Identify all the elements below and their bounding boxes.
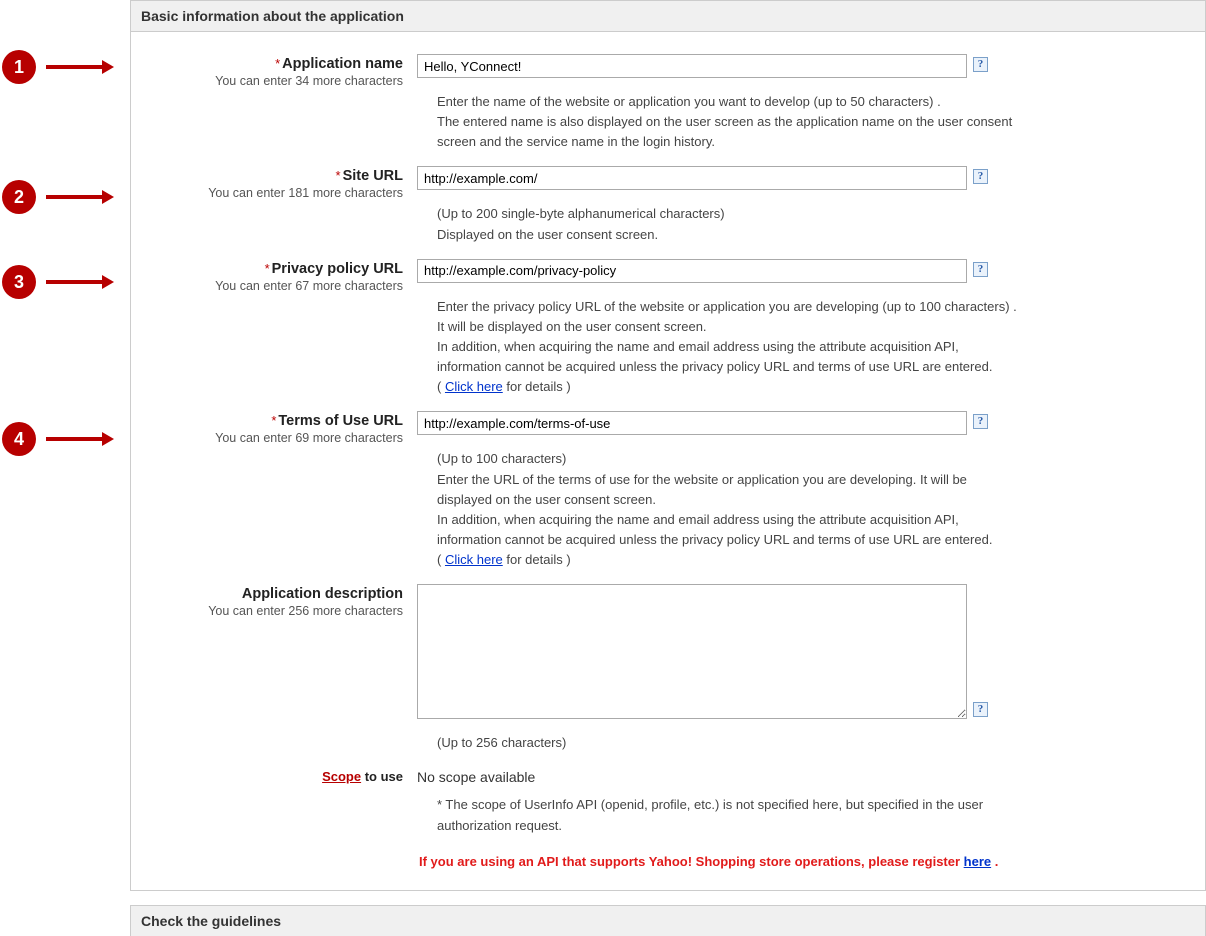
form-container: 1 2 3 4 Basic information about the appl…: [130, 0, 1206, 936]
textarea-app-description[interactable]: [417, 584, 967, 719]
callout-badge-2: 2: [2, 180, 36, 214]
link-privacy-details[interactable]: Click here: [445, 379, 503, 394]
help-icon[interactable]: ?: [973, 702, 988, 717]
link-scope[interactable]: Scope: [322, 769, 361, 784]
desc-site-url: (Up to 200 single-byte alphanumerical ch…: [437, 204, 1017, 244]
arrow-right-icon: [36, 187, 122, 207]
row-app-description: Application description You can enter 25…: [131, 570, 1205, 753]
desc-privacy-url: Enter the privacy policy URL of the webs…: [437, 297, 1017, 398]
input-terms-url[interactable]: [417, 411, 967, 435]
text-scope-warning: If you are using an API that supports Ya…: [419, 850, 1019, 875]
callout-4: 4: [2, 422, 122, 456]
input-application-name[interactable]: [417, 54, 967, 78]
link-terms-details[interactable]: Click here: [445, 552, 503, 567]
input-site-url[interactable]: [417, 166, 967, 190]
link-register-here[interactable]: here: [964, 854, 991, 869]
text-scope-note: * The scope of UserInfo API (openid, pro…: [437, 795, 1017, 835]
help-icon[interactable]: ?: [973, 57, 988, 72]
text-no-scope: No scope available: [417, 769, 1179, 785]
required-marker: *: [271, 413, 276, 428]
row-scope: Scope to use No scope available * The sc…: [131, 753, 1205, 874]
help-icon[interactable]: ?: [973, 169, 988, 184]
callout-badge-1: 1: [2, 50, 36, 84]
row-privacy-url: *Privacy policy URL You can enter 67 mor…: [131, 245, 1205, 398]
input-privacy-url[interactable]: [417, 259, 967, 283]
label-site-url: Site URL: [343, 168, 403, 184]
callout-badge-3: 3: [2, 265, 36, 299]
label-scope-rest: to use: [361, 769, 403, 784]
panel-guidelines: Check the guidelines: [130, 905, 1206, 936]
arrow-right-icon: [36, 272, 122, 292]
charcount-site-url: You can enter 181 more characters: [157, 186, 403, 200]
callout-badge-4: 4: [2, 422, 36, 456]
desc-application-name: Enter the name of the website or applica…: [437, 92, 1017, 152]
label-privacy-url: Privacy policy URL: [272, 261, 403, 277]
desc-terms-url: (Up to 100 characters) Enter the URL of …: [437, 449, 1017, 570]
required-marker: *: [336, 168, 341, 183]
required-marker: *: [265, 261, 270, 276]
charcount-privacy-url: You can enter 67 more characters: [157, 279, 403, 293]
callout-3: 3: [2, 265, 122, 299]
row-site-url: *Site URL You can enter 181 more charact…: [131, 152, 1205, 244]
callout-1: 1: [2, 50, 122, 84]
row-application-name: *Application name You can enter 34 more …: [131, 40, 1205, 152]
required-marker: *: [275, 56, 280, 71]
charcount-application-name: You can enter 34 more characters: [157, 74, 403, 88]
panel-basic-info: Basic information about the application …: [130, 0, 1206, 891]
charcount-app-description: You can enter 256 more characters: [157, 604, 403, 618]
row-terms-url: *Terms of Use URL You can enter 69 more …: [131, 397, 1205, 570]
help-icon[interactable]: ?: [973, 262, 988, 277]
arrow-right-icon: [36, 57, 122, 77]
panel-basic-info-header: Basic information about the application: [131, 1, 1205, 32]
label-app-description: Application description: [242, 586, 403, 602]
label-application-name: Application name: [282, 56, 403, 72]
label-terms-url: Terms of Use URL: [278, 413, 403, 429]
desc-app-description: (Up to 256 characters): [437, 733, 1017, 753]
callout-2: 2: [2, 180, 122, 214]
charcount-terms-url: You can enter 69 more characters: [157, 431, 403, 445]
arrow-right-icon: [36, 429, 122, 449]
help-icon[interactable]: ?: [973, 414, 988, 429]
panel-guidelines-header: Check the guidelines: [131, 906, 1205, 936]
